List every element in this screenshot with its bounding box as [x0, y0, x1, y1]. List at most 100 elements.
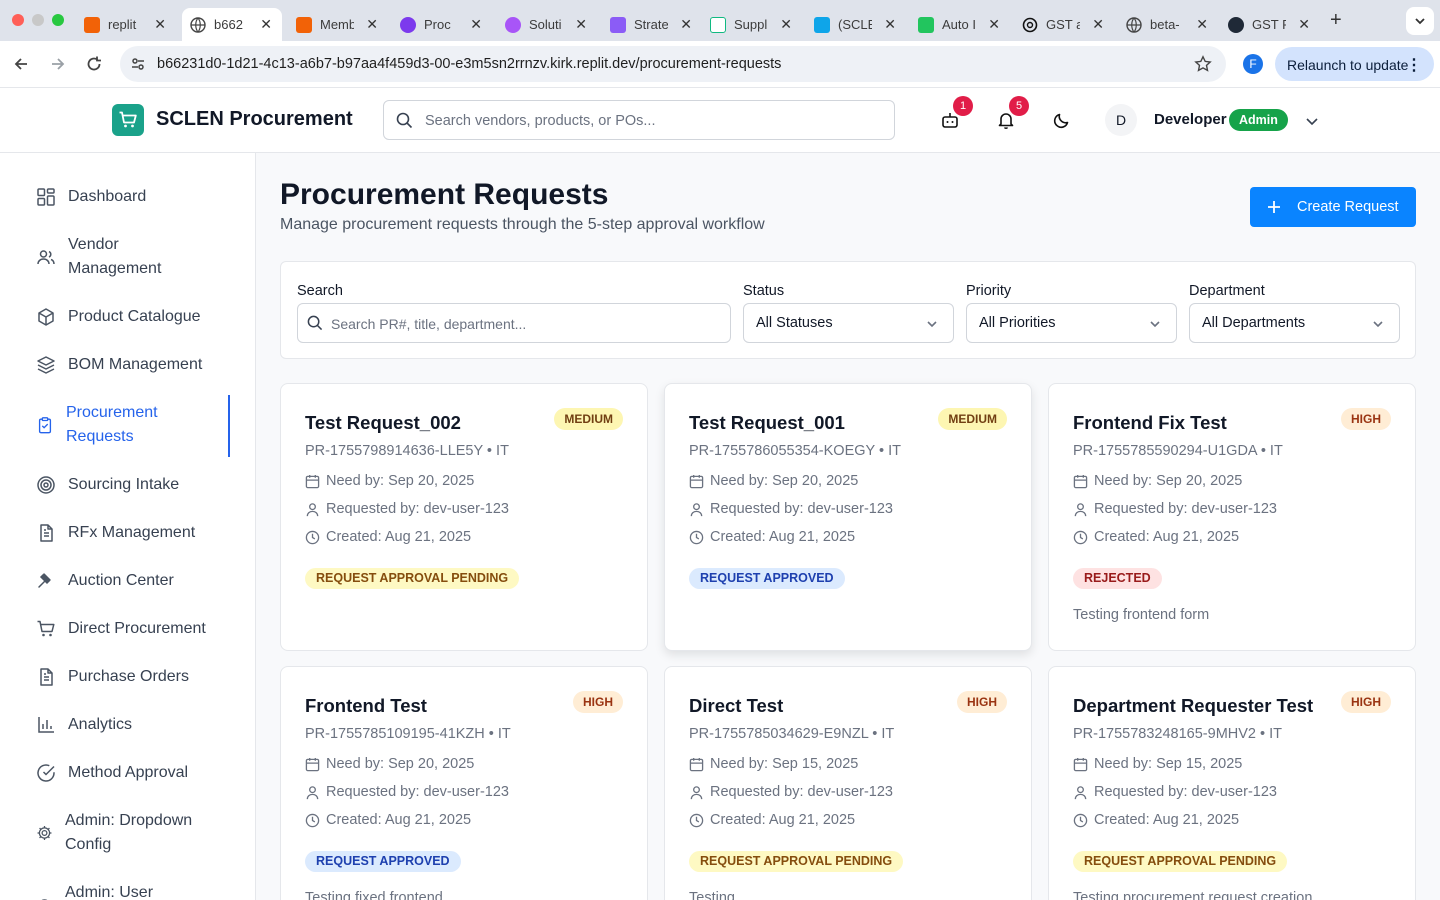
request-number: PR-1755783248165-9MHV2 • IT — [1073, 726, 1283, 742]
close-icon[interactable]: ✕ — [470, 16, 482, 33]
tab-title: GST a — [1046, 17, 1080, 32]
request-card[interactable]: Frontend Fix Test HIGH PR-1755785590294-… — [1048, 383, 1416, 651]
status-select[interactable]: All Statuses — [743, 303, 954, 343]
sidebar-item-label: Product Catalogue — [68, 308, 201, 325]
request-card[interactable]: Department Requester Test HIGH PR-175578… — [1048, 666, 1416, 900]
window-minimize-button[interactable] — [32, 14, 44, 26]
global-search-input[interactable]: Search vendors, products, or POs... — [383, 100, 895, 140]
requested-by-text: Requested by: dev-user-123 — [1094, 501, 1277, 517]
reload-icon[interactable] — [85, 55, 103, 73]
browser-tab[interactable]: replit ✕ — [76, 8, 176, 41]
close-icon[interactable]: ✕ — [680, 16, 692, 33]
relaunch-button[interactable]: Relaunch to update ⋮ — [1275, 47, 1434, 81]
created-text: Created: Aug 21, 2025 — [1094, 529, 1240, 545]
address-bar[interactable]: b66231d0-1d21-4c13-a6b7-b97aa4f459d3-00-… — [120, 46, 1226, 82]
browser-tab[interactable]: beta- ✕ — [1118, 8, 1218, 41]
priority-select[interactable]: All Priorities — [966, 303, 1177, 343]
profile-avatar[interactable]: F — [1243, 54, 1263, 74]
close-icon[interactable]: ✕ — [988, 16, 1000, 33]
browser-tab[interactable]: GST F ✕ — [1220, 8, 1320, 41]
sidebar-item-admin-user[interactable]: Admin: User — [36, 881, 153, 900]
request-card[interactable]: Direct Test HIGH PR-1755785034629-E9NZL … — [664, 666, 1032, 900]
department-select[interactable]: All Departments — [1189, 303, 1400, 343]
close-icon[interactable]: ✕ — [575, 16, 587, 33]
forward-icon[interactable] — [49, 55, 67, 73]
sidebar-item-bom-management[interactable]: BOM Management — [36, 353, 202, 377]
browser-tab[interactable]: Proc ✕ — [392, 8, 492, 41]
window-close-button[interactable] — [12, 14, 24, 26]
browser-tab[interactable]: Soluti ✕ — [497, 8, 597, 41]
status-badge: REQUEST APPROVAL PENDING — [1073, 851, 1288, 872]
close-icon[interactable]: ✕ — [1092, 16, 1104, 33]
user-name: Developer — [1154, 111, 1227, 128]
request-number: PR-1755785109195-41KZH • IT — [305, 726, 511, 742]
cart-logo-icon[interactable] — [112, 104, 144, 136]
need-by-row: Need by: Sep 20, 2025 — [305, 473, 474, 489]
created-row: Created: Aug 21, 2025 — [689, 812, 855, 828]
sidebar-item-method-approval[interactable]: Method Approval — [36, 761, 188, 785]
sidebar-item-auction-center[interactable]: Auction Center — [36, 569, 174, 593]
site-settings-icon[interactable] — [130, 56, 146, 72]
sidebar-item-purchase-orders[interactable]: Purchase Orders — [36, 665, 189, 689]
close-icon[interactable]: ✕ — [260, 16, 272, 33]
user-avatar[interactable]: D — [1105, 104, 1137, 136]
sidebar-item-label: Admin: User — [65, 884, 154, 900]
target-icon — [37, 476, 55, 494]
sidebar-item-direct-procurement[interactable]: Direct Procurement — [36, 617, 206, 641]
bookmark-star-icon[interactable] — [1194, 55, 1212, 73]
url-text: b66231d0-1d21-4c13-a6b7-b97aa4f459d3-00-… — [157, 56, 782, 72]
sidebar-item-label: Procurement Requests — [66, 404, 158, 445]
browser-tab[interactable]: (SCLE ✕ — [806, 8, 906, 41]
request-card[interactable]: Test Request_001 MEDIUM PR-1755786055354… — [664, 383, 1032, 651]
browser-tab[interactable]: Auto I ✕ — [910, 8, 1010, 41]
sidebar-item-dashboard[interactable]: Dashboard — [36, 185, 146, 209]
request-card[interactable]: Frontend Test HIGH PR-1755785109195-41KZ… — [280, 666, 648, 900]
need-by-text: Need by: Sep 20, 2025 — [326, 473, 475, 489]
more-icon[interactable]: ⋮ — [1406, 55, 1422, 75]
close-icon[interactable]: ✕ — [884, 16, 896, 33]
chevron-down-icon — [1415, 18, 1425, 25]
sidebar-item-product-catalogue[interactable]: Product Catalogue — [36, 305, 201, 329]
create-request-button[interactable]: Create Request — [1250, 187, 1416, 227]
window-maximize-button[interactable] — [52, 14, 64, 26]
browser-tab[interactable]: Suppl ✕ — [702, 8, 802, 41]
new-tab-button[interactable]: + — [1330, 9, 1342, 32]
browser-tab[interactable]: Memb ✕ — [288, 8, 388, 41]
sidebar-item-admin-dropdown-config[interactable]: Admin: Dropdown Config — [36, 809, 215, 857]
request-card[interactable]: Test Request_002 MEDIUM PR-1755798914636… — [280, 383, 648, 651]
request-description: Testing frontend form — [1073, 607, 1210, 623]
need-by-text: Need by: Sep 20, 2025 — [710, 473, 859, 489]
sidebar-item-label: Vendor Management — [68, 236, 162, 277]
app-icon — [400, 16, 416, 33]
need-by-row: Need by: Sep 15, 2025 — [1073, 756, 1242, 772]
close-icon[interactable]: ✕ — [780, 16, 792, 33]
browser-tab[interactable]: Strate ✕ — [602, 8, 702, 41]
close-icon[interactable]: ✕ — [1298, 16, 1310, 33]
created-row: Created: Aug 21, 2025 — [305, 529, 471, 545]
status-value: All Statuses — [756, 315, 833, 331]
browser-tab[interactable]: GST a ✕ — [1014, 8, 1114, 41]
close-icon[interactable]: ✕ — [366, 16, 378, 33]
request-search-input[interactable]: Search PR#, title, department... — [297, 303, 731, 343]
moon-icon[interactable] — [1052, 110, 1072, 130]
chevron-down-icon — [927, 321, 937, 328]
sidebar-item-rfx-management[interactable]: RFx Management — [36, 521, 195, 545]
created-row: Created: Aug 21, 2025 — [1073, 812, 1239, 828]
browser-tab-active[interactable]: b662 ✕ — [182, 8, 282, 41]
sidebar-item-sourcing-intake[interactable]: Sourcing Intake — [36, 473, 179, 497]
chevron-down-icon[interactable] — [1304, 113, 1320, 129]
bot-count-badge: 1 — [953, 96, 973, 116]
tab-title: Proc — [424, 17, 451, 32]
sidebar-item-analytics[interactable]: Analytics — [36, 713, 132, 737]
back-icon[interactable] — [12, 55, 30, 73]
created-row: Created: Aug 21, 2025 — [305, 812, 471, 828]
request-search-placeholder: Search PR#, title, department... — [331, 316, 527, 332]
close-icon[interactable]: ✕ — [1196, 16, 1208, 33]
need-by-text: Need by: Sep 20, 2025 — [1094, 473, 1243, 489]
notification-count-badge: 5 — [1009, 96, 1029, 116]
chevron-down-icon — [1150, 321, 1160, 328]
close-icon[interactable]: ✕ — [154, 16, 166, 33]
sidebar-item-procurement-requests[interactable]: Procurement Requests — [36, 401, 186, 449]
tab-search-button[interactable] — [1406, 7, 1434, 35]
sidebar-item-vendor-management[interactable]: Vendor Management — [36, 233, 178, 281]
